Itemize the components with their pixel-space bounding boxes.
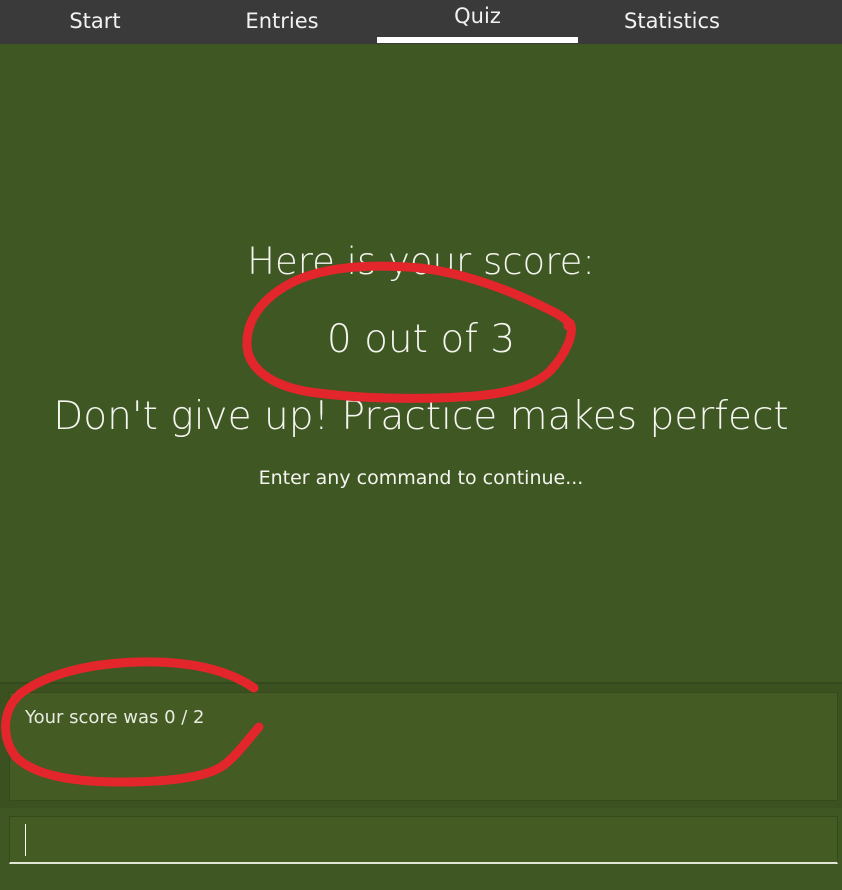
- command-area: [0, 808, 842, 890]
- result-text: Your score was 0 / 2: [25, 707, 205, 728]
- tab-entries-label: Entries: [245, 9, 319, 33]
- tab-statistics[interactable]: Statistics: [573, 0, 771, 44]
- tab-quiz-label: Quiz: [454, 4, 501, 28]
- tab-start-label: Start: [69, 9, 121, 33]
- text-caret: [25, 824, 26, 856]
- tab-start[interactable]: Start: [0, 0, 190, 44]
- tab-quiz[interactable]: Quiz: [377, 0, 578, 44]
- continue-hint: Enter any command to continue...: [258, 467, 584, 489]
- tab-statistics-label: Statistics: [624, 9, 720, 33]
- active-tab-indicator: [377, 37, 578, 43]
- quiz-result-view: Here is your score: 0 out of 3 Don't giv…: [0, 44, 842, 682]
- tab-bar: Start Entries Quiz Statistics: [0, 0, 842, 44]
- result-display: Your score was 0 / 2: [9, 692, 838, 801]
- result-panel: Your score was 0 / 2: [0, 682, 842, 808]
- score-value: 0 out of 3: [326, 317, 516, 362]
- tab-entries[interactable]: Entries: [186, 0, 378, 44]
- command-input[interactable]: [9, 816, 838, 864]
- score-heading: Here is your score:: [247, 240, 595, 283]
- encouragement-message: Don't give up! Practice makes perfect: [53, 394, 789, 439]
